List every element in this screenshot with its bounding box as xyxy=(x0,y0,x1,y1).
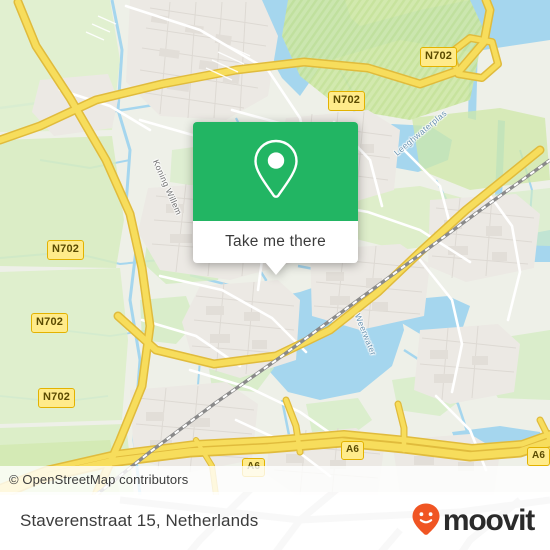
moovit-pin-smiley-icon xyxy=(411,502,441,541)
callout-footer[interactable]: Take me there xyxy=(193,221,358,263)
shield-a6-right: A6 xyxy=(527,447,550,466)
moovit-wordmark: moovit xyxy=(442,504,535,537)
callout-tail xyxy=(264,262,287,275)
map-canvas[interactable]: Koning Willem Leeghwaterplas Weerwater N… xyxy=(0,0,550,495)
footer-bar: Staverenstraat 15, Netherlands moovit xyxy=(0,492,550,550)
moovit-map-screenshot: Koning Willem Leeghwaterplas Weerwater N… xyxy=(0,0,550,550)
map-pin-icon xyxy=(249,136,303,207)
callout-label: Take me there xyxy=(225,233,326,250)
shield-n702-top-right: N702 xyxy=(420,47,458,67)
osm-attribution[interactable]: © OpenStreetMap contributors xyxy=(0,466,550,492)
shield-n702-upper: N702 xyxy=(328,91,366,111)
address-label: Staverenstraat 15, Netherlands xyxy=(20,511,259,530)
callout-header xyxy=(193,122,358,221)
shield-n702-left-3: N702 xyxy=(38,388,76,408)
moovit-logo[interactable]: moovit xyxy=(411,502,535,541)
shield-a6-center: A6 xyxy=(341,441,365,460)
shield-n702-left-2: N702 xyxy=(31,313,69,333)
osm-attribution-text: © OpenStreetMap contributors xyxy=(9,471,189,487)
shield-n702-left-1: N702 xyxy=(47,240,85,260)
take-me-there-callout[interactable]: Take me there xyxy=(193,122,358,275)
